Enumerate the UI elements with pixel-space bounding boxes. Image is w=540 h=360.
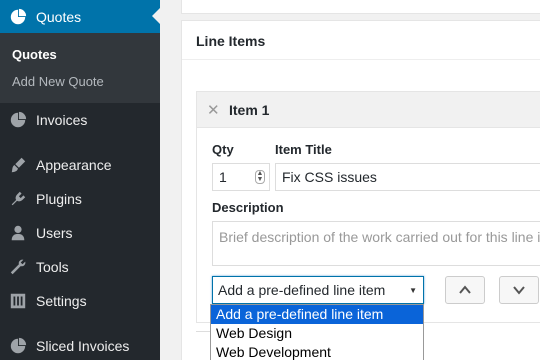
submenu-item-quotes[interactable]: Quotes [12, 47, 57, 62]
pie-chart-icon [0, 111, 36, 129]
dropdown-option[interactable]: Web Development [211, 343, 423, 360]
qty-label: Qty [212, 142, 234, 157]
item-title-label: Item Title [275, 142, 332, 157]
pie-chart-icon [0, 8, 36, 26]
predefined-item-select[interactable]: Add a pre-defined line item ▼ [212, 276, 424, 304]
select-value: Add a pre-defined line item [218, 282, 386, 298]
line-item-title: Item 1 [229, 102, 270, 118]
menu-item-label: Plugins [36, 191, 82, 207]
menu-item-settings[interactable]: Settings [0, 284, 160, 318]
item-title-input[interactable]: Fix CSS issues [275, 163, 540, 191]
menu-item-users[interactable]: Users [0, 216, 160, 250]
pie-chart-icon [0, 337, 36, 355]
quotes-submenu: Quotes Add New Quote [0, 33, 160, 103]
menu-item-label: Appearance [36, 157, 112, 173]
submenu-item-add-new-quote[interactable]: Add New Quote [12, 74, 104, 89]
chevron-down-icon [513, 286, 525, 295]
qty-input[interactable]: 1 ▲ ▼ [212, 163, 270, 191]
menu-item-label: Tools [36, 259, 69, 275]
description-placeholder: Brief description of the work carried ou… [219, 229, 540, 245]
menu-item-plugins[interactable]: Plugins [0, 182, 160, 216]
qty-value: 1 [219, 169, 227, 185]
move-down-button[interactable] [499, 276, 539, 304]
settings-sliders-icon [0, 292, 36, 310]
user-icon [0, 224, 36, 242]
wrench-icon [0, 258, 36, 276]
line-item-card: ✕ Item 1 Qty Item Title 1 ▲ ▼ Fix CSS iss… [196, 91, 540, 323]
previous-metabox-edge [181, 0, 540, 14]
chevron-down-icon: ▼ [409, 286, 417, 295]
predefined-item-dropdown: Add a pre-defined line item Web Design W… [210, 304, 424, 360]
description-label: Description [212, 200, 284, 215]
menu-item-tools[interactable]: Tools [0, 250, 160, 284]
move-up-button[interactable] [445, 276, 485, 304]
menu-separator [0, 140, 160, 141]
menu-item-label: Invoices [36, 112, 88, 128]
menu-item-quotes[interactable]: Quotes [0, 0, 160, 33]
menu-item-label: Sliced Invoices [36, 338, 130, 354]
menu-item-sliced-invoices[interactable]: Sliced Invoices [0, 329, 160, 360]
menu-separator [0, 321, 160, 322]
metabox-title: Line Items [196, 33, 266, 49]
paint-brush-icon [0, 156, 36, 174]
item-title-value: Fix CSS issues [282, 169, 377, 185]
menu-item-label: Users [36, 225, 73, 241]
plugin-icon [0, 190, 36, 208]
menu-item-invoices[interactable]: Invoices [0, 103, 160, 137]
dropdown-option[interactable]: Web Design [211, 324, 423, 343]
line-item-header: ✕ Item 1 [197, 92, 540, 128]
menu-item-label: Settings [36, 293, 87, 309]
metabox-divider [182, 59, 540, 60]
dropdown-option[interactable]: Add a pre-defined line item [211, 305, 423, 324]
menu-item-label: Quotes [36, 8, 82, 25]
remove-item-icon[interactable]: ✕ [207, 101, 220, 119]
qty-stepper[interactable]: ▲ ▼ [255, 170, 265, 184]
menu-item-appearance[interactable]: Appearance [0, 148, 160, 182]
current-menu-arrow [152, 8, 160, 24]
chevron-up-icon [459, 285, 471, 294]
description-textarea[interactable]: Brief description of the work carried ou… [212, 221, 540, 266]
admin-sidebar: Quotes Quotes Add New Quote Invoices App… [0, 0, 160, 360]
